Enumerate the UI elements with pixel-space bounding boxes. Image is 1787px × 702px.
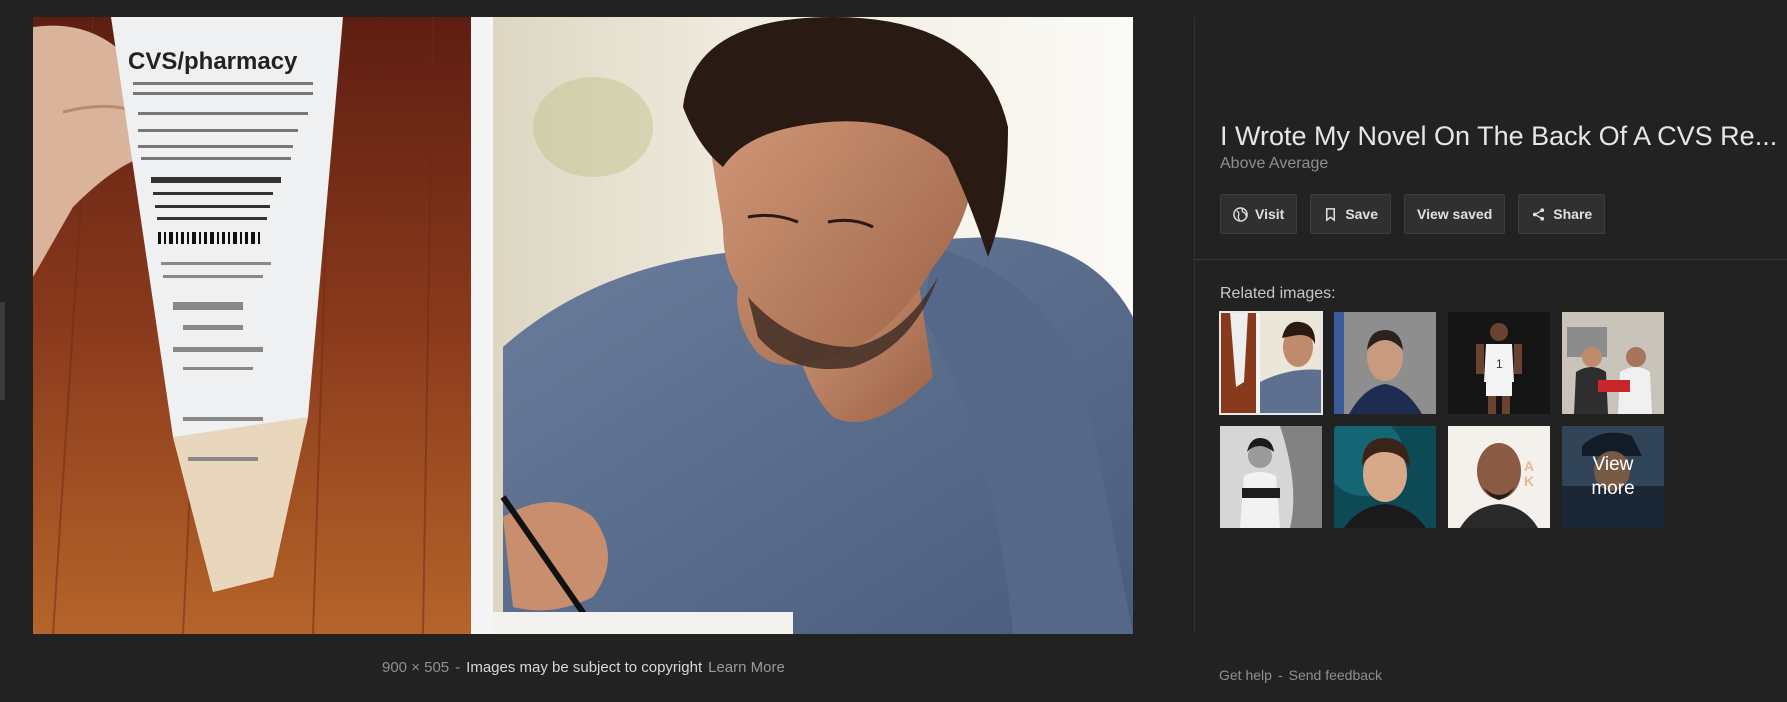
related-image-thumbnail[interactable]: 1 <box>1448 312 1550 414</box>
thumbnail-image <box>1334 312 1436 414</box>
footer-separator: - <box>1277 667 1283 683</box>
footer-links: Get help - Send feedback <box>1219 667 1382 683</box>
receipt-brand: CVS/pharmacy <box>128 48 298 75</box>
related-image-thumbnail[interactable] <box>1562 312 1664 414</box>
view-more-button[interactable]: View more <box>1562 426 1664 528</box>
image-title[interactable]: I Wrote My Novel On The Back Of A CVS Re… <box>1220 121 1780 152</box>
section-divider <box>1195 259 1787 260</box>
receipt-and-writer-illustration: CVS/pharmacy <box>33 17 1133 634</box>
view-saved-label: View saved <box>1417 206 1493 222</box>
related-images-grid: 1 A K View more <box>1219 311 1664 528</box>
image-caption: 900 × 505- Images may be subject to copyr… <box>382 659 785 676</box>
thumbnail-image <box>1562 312 1664 414</box>
related-image-thumbnail[interactable]: A K <box>1448 426 1550 528</box>
visit-label: Visit <box>1255 206 1285 222</box>
view-more-line1: View <box>1592 454 1634 475</box>
get-help-link[interactable]: Get help <box>1219 667 1272 683</box>
related-image-thumbnail[interactable] <box>1334 312 1436 414</box>
thumbnail-image: A K <box>1448 426 1550 528</box>
image-size: 900 × 505 <box>382 659 450 676</box>
svg-text:1: 1 <box>1496 357 1503 371</box>
view-more-line2: more <box>1591 478 1635 499</box>
caption-separator: - <box>455 659 461 676</box>
related-image-thumbnail[interactable] <box>1334 426 1436 528</box>
related-image-thumbnail[interactable] <box>1219 311 1323 415</box>
view-more-label: View more <box>1562 426 1664 528</box>
visit-button[interactable]: Visit <box>1220 194 1298 234</box>
learn-more-link[interactable]: Learn More <box>708 659 785 676</box>
svg-text:K: K <box>1524 473 1534 489</box>
save-button[interactable]: Save <box>1310 194 1392 234</box>
svg-text:A: A <box>1524 458 1534 474</box>
send-feedback-link[interactable]: Send feedback <box>1289 667 1382 683</box>
preview-image[interactable]: CVS/pharmacy <box>33 17 1133 634</box>
related-images-label: Related images: <box>1220 285 1336 302</box>
image-source[interactable]: Above Average <box>1220 155 1328 173</box>
thumbnail-image <box>1334 426 1436 528</box>
share-button[interactable]: Share <box>1518 194 1606 234</box>
copyright-notice: Images may be subject to copyright <box>466 659 703 676</box>
share-label: Share <box>1553 206 1593 222</box>
previous-result-tab[interactable] <box>0 302 5 400</box>
save-label: Save <box>1345 206 1379 222</box>
thumbnail-image: 1 <box>1448 312 1550 414</box>
related-image-thumbnail[interactable] <box>1220 426 1322 528</box>
action-bar: Visit Save View saved Share <box>1220 194 1606 234</box>
thumbnail-image <box>1220 312 1322 414</box>
share-icon <box>1533 207 1545 221</box>
view-saved-button[interactable]: View saved <box>1404 194 1506 234</box>
globe-icon <box>1233 206 1248 222</box>
thumbnail-image <box>1220 426 1322 528</box>
bookmark-icon <box>1326 207 1336 222</box>
panel-divider <box>1194 17 1195 634</box>
